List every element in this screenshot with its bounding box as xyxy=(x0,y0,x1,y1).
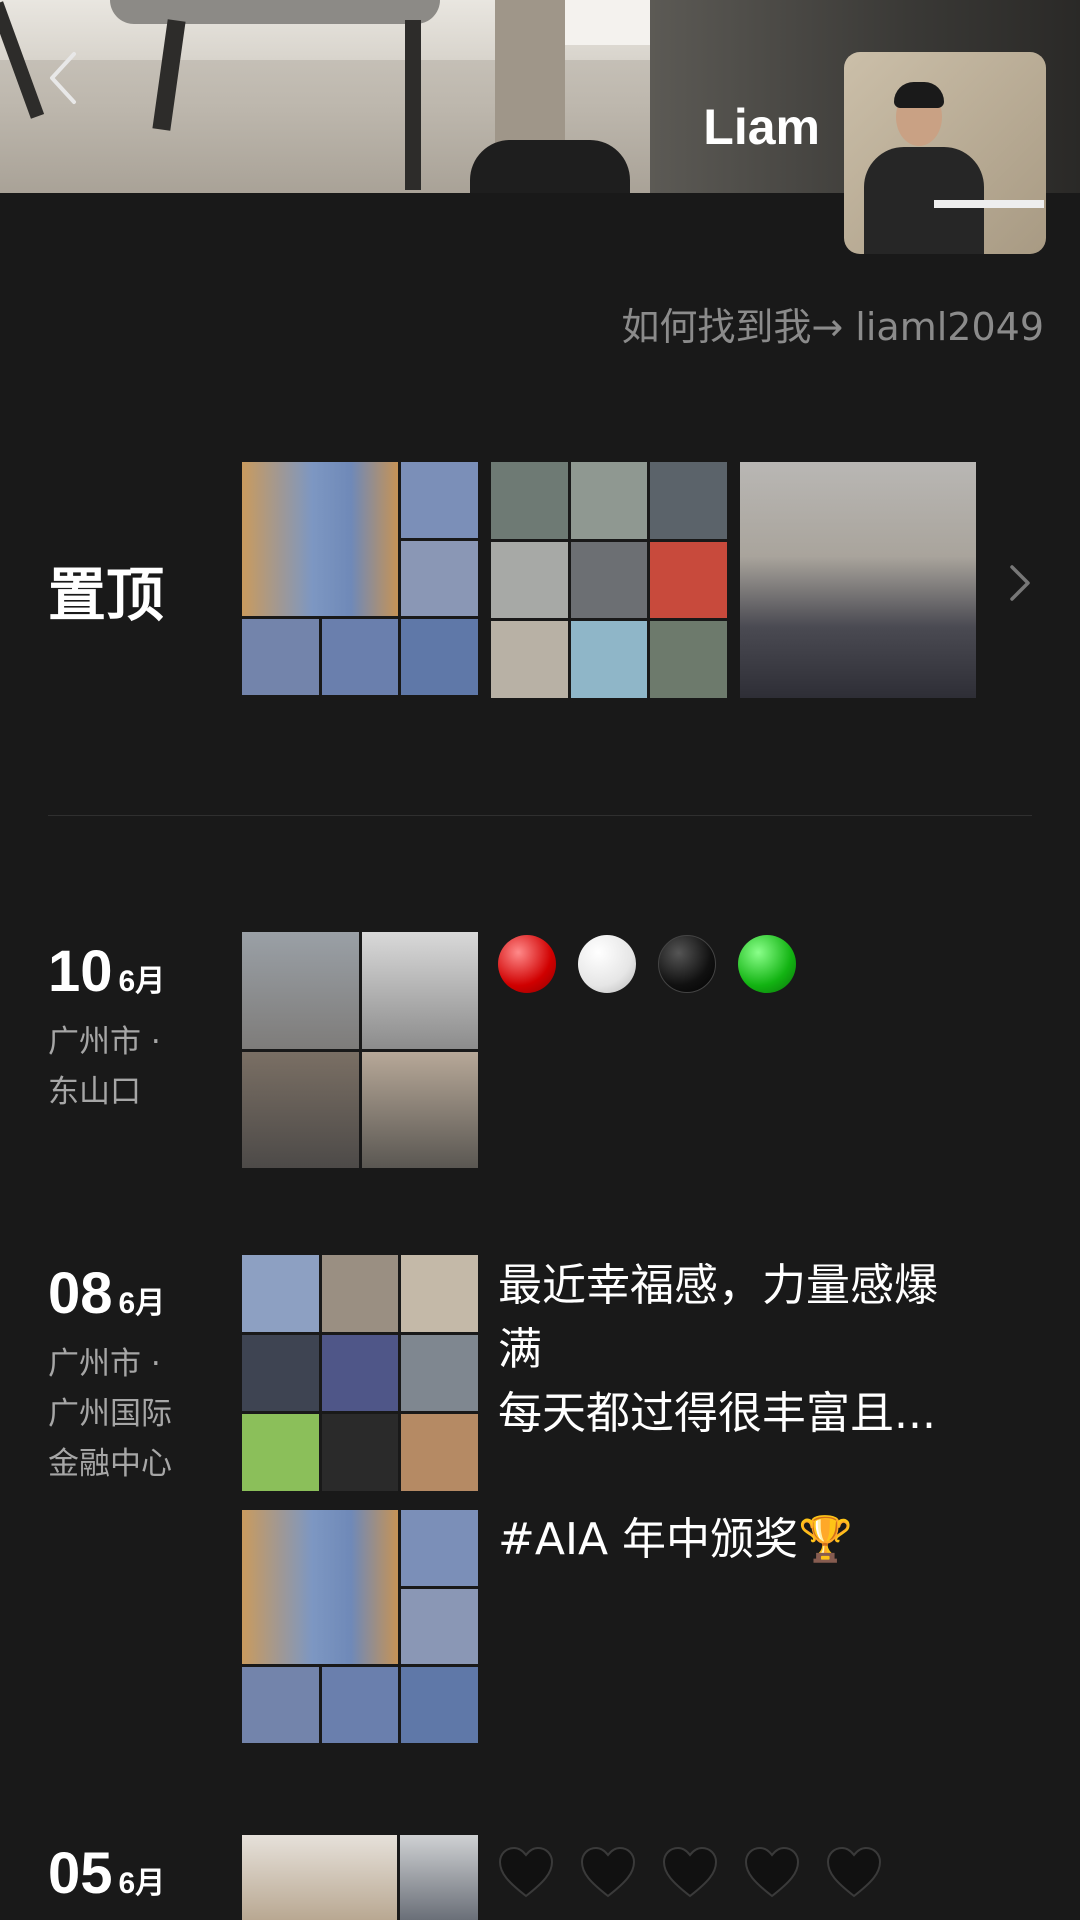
post-date: 05 6月 xyxy=(48,1841,166,1906)
profile-name: Liam xyxy=(703,99,820,155)
black-heart-icon xyxy=(662,1846,718,1898)
post-date: 08 6月 xyxy=(48,1261,166,1326)
pinned-thumbnail[interactable] xyxy=(740,462,976,698)
post-thumbnail[interactable] xyxy=(242,1510,478,1746)
black-heart-icon xyxy=(498,1846,554,1898)
post-thumbnail[interactable] xyxy=(242,1255,478,1491)
post-text[interactable]: 最近幸福感，力量感爆 满 每天都过得很丰富且... xyxy=(498,1254,1018,1446)
red-circle-icon xyxy=(498,935,556,993)
contact-link[interactable]: 如何找到我→ liaml2049 xyxy=(621,296,1044,351)
black-heart-icon xyxy=(826,1846,882,1898)
black-heart-icon xyxy=(580,1846,636,1898)
post-thumbnail[interactable] xyxy=(242,932,478,1168)
post-thumbnail[interactable] xyxy=(242,1835,478,1920)
post-emoji-row xyxy=(498,930,1018,994)
chevron-right-icon[interactable] xyxy=(1004,562,1034,604)
post-date: 10 6月 xyxy=(48,939,166,1004)
black-heart-icon xyxy=(744,1846,800,1898)
back-chevron-icon[interactable] xyxy=(44,48,84,108)
green-circle-icon xyxy=(738,935,796,993)
white-circle-icon xyxy=(578,935,636,993)
pinned-thumbnail[interactable] xyxy=(491,462,727,698)
pinned-thumbnail[interactable] xyxy=(242,462,478,698)
divider xyxy=(48,815,1032,816)
post-location: 广州市 · 东山口 xyxy=(48,1024,161,1110)
avatar[interactable] xyxy=(844,52,1046,254)
pinned-label: 置顶 xyxy=(48,561,165,629)
post-emoji-row xyxy=(498,1838,1018,1902)
post-location: 广州市 · 广州国际 金融中心 xyxy=(48,1346,172,1482)
black-circle-icon xyxy=(658,935,716,993)
post-text[interactable]: #AIA 年中颁奖🏆 xyxy=(498,1508,1018,1572)
